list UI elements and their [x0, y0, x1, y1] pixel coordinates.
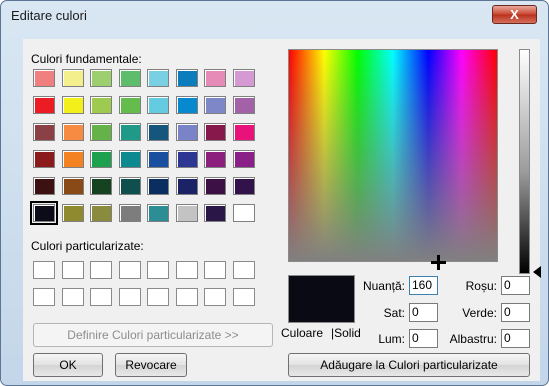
custom-colors-label: Culori particularizate: — [31, 239, 144, 253]
luminosity-slider[interactable] — [519, 49, 530, 274]
edit-colors-dialog: Editare culori X Culori fundamentale: Cu… — [0, 0, 549, 386]
basic-color-swatch[interactable] — [118, 123, 141, 141]
basic-color-swatch[interactable] — [61, 123, 84, 141]
basic-color-swatch[interactable] — [147, 69, 169, 87]
crosshair-icon[interactable] — [431, 255, 446, 270]
color-spectrum[interactable] — [288, 49, 498, 270]
basic-color-swatch[interactable] — [118, 69, 141, 87]
custom-color-slot[interactable] — [175, 288, 198, 306]
red-input[interactable]: 0 — [501, 276, 530, 295]
basic-color-swatch[interactable] — [204, 177, 226, 195]
custom-color-slot[interactable] — [147, 288, 169, 306]
basic-color-swatch[interactable] — [204, 150, 226, 168]
close-button[interactable]: X — [492, 5, 537, 24]
define-custom-colors-button[interactable]: Definire Culori particularizate >> — [33, 323, 273, 347]
basic-color-swatch[interactable] — [118, 204, 141, 222]
color-label: Culoare — [281, 326, 324, 340]
basic-color-swatch[interactable] — [232, 150, 255, 168]
basic-color-swatch[interactable] — [118, 96, 141, 114]
basic-color-swatch[interactable] — [147, 123, 169, 141]
custom-color-slot[interactable] — [118, 261, 141, 279]
blue-label: Albastru: — [449, 332, 497, 346]
cancel-button[interactable]: Revocare — [115, 353, 187, 377]
basic-color-swatch[interactable] — [232, 177, 255, 195]
custom-color-slot[interactable] — [204, 288, 226, 306]
lum-label: Lum: — [378, 332, 405, 346]
basic-color-swatch[interactable] — [33, 123, 55, 141]
basic-color-swatch[interactable] — [204, 123, 226, 141]
basic-color-swatch[interactable] — [147, 96, 169, 114]
custom-color-slot[interactable] — [204, 261, 226, 279]
custom-color-slot[interactable] — [33, 261, 55, 279]
basic-color-swatch[interactable] — [33, 150, 55, 168]
lum-input[interactable]: 0 — [409, 329, 438, 348]
custom-color-slot[interactable] — [118, 288, 141, 306]
ok-button[interactable]: OK — [33, 353, 103, 377]
custom-color-slot[interactable] — [61, 261, 84, 279]
basic-color-swatch[interactable] — [90, 204, 112, 222]
basic-color-swatch[interactable] — [147, 204, 169, 222]
basic-color-swatch[interactable] — [30, 201, 58, 225]
custom-color-slot[interactable] — [147, 261, 169, 279]
custom-color-slot[interactable] — [61, 288, 84, 306]
basic-color-swatch[interactable] — [147, 177, 169, 195]
basic-color-swatch[interactable] — [33, 96, 55, 114]
blue-input[interactable]: 0 — [501, 329, 530, 348]
basic-color-swatch[interactable] — [61, 96, 84, 114]
custom-color-slot[interactable] — [175, 261, 198, 279]
basic-color-swatch[interactable] — [232, 204, 255, 222]
basic-color-swatch[interactable] — [175, 150, 198, 168]
basic-color-swatch[interactable] — [61, 177, 84, 195]
basic-color-swatch[interactable] — [175, 123, 198, 141]
basic-color-swatch[interactable] — [232, 69, 255, 87]
basic-color-swatch[interactable] — [61, 69, 84, 87]
basic-color-swatch[interactable] — [232, 96, 255, 114]
basic-color-swatch[interactable] — [204, 96, 226, 114]
red-label: Roșu: — [465, 279, 497, 293]
custom-color-slot[interactable] — [90, 261, 112, 279]
sat-input[interactable]: 0 — [409, 303, 438, 322]
custom-color-slot[interactable] — [232, 261, 255, 279]
add-to-custom-colors-button[interactable]: Adăugare la Culori particularizate — [288, 353, 530, 377]
custom-color-slot[interactable] — [90, 288, 112, 306]
basic-colors-label: Culori fundamentale: — [31, 52, 142, 66]
dialog-body: Culori fundamentale: Culori particulariz… — [23, 39, 541, 381]
green-label: Verde: — [462, 306, 497, 320]
custom-color-slot[interactable] — [232, 288, 255, 306]
sat-label: Sat: — [383, 306, 405, 320]
dialog-title: Editare culori — [11, 8, 87, 23]
basic-color-swatch[interactable] — [61, 204, 84, 222]
basic-color-swatch[interactable] — [204, 204, 226, 222]
basic-color-swatch[interactable] — [90, 96, 112, 114]
basic-color-swatch[interactable] — [175, 96, 198, 114]
hue-label: Nuanță: — [362, 279, 405, 293]
basic-color-swatch[interactable] — [204, 69, 226, 87]
basic-color-swatch[interactable] — [90, 177, 112, 195]
basic-color-swatch[interactable] — [90, 150, 112, 168]
basic-color-swatch[interactable] — [90, 69, 112, 87]
green-input[interactable]: 0 — [501, 303, 530, 322]
basic-color-swatch[interactable] — [175, 69, 198, 87]
slider-arrow-icon[interactable] — [533, 266, 541, 278]
hue-input[interactable]: 160 — [409, 276, 438, 295]
basic-color-swatch[interactable] — [90, 123, 112, 141]
basic-color-swatch[interactable] — [33, 177, 55, 195]
basic-color-swatch[interactable] — [33, 69, 55, 87]
basic-color-swatch[interactable] — [118, 150, 141, 168]
basic-color-swatch[interactable] — [118, 177, 141, 195]
basic-color-swatch[interactable] — [175, 204, 198, 222]
basic-color-swatch[interactable] — [232, 123, 255, 141]
basic-color-swatch[interactable] — [175, 177, 198, 195]
custom-color-slot[interactable] — [33, 288, 55, 306]
basic-color-swatch[interactable] — [61, 150, 84, 168]
basic-color-swatch[interactable] — [147, 150, 169, 168]
title-bar[interactable]: Editare culori X — [1, 1, 548, 29]
